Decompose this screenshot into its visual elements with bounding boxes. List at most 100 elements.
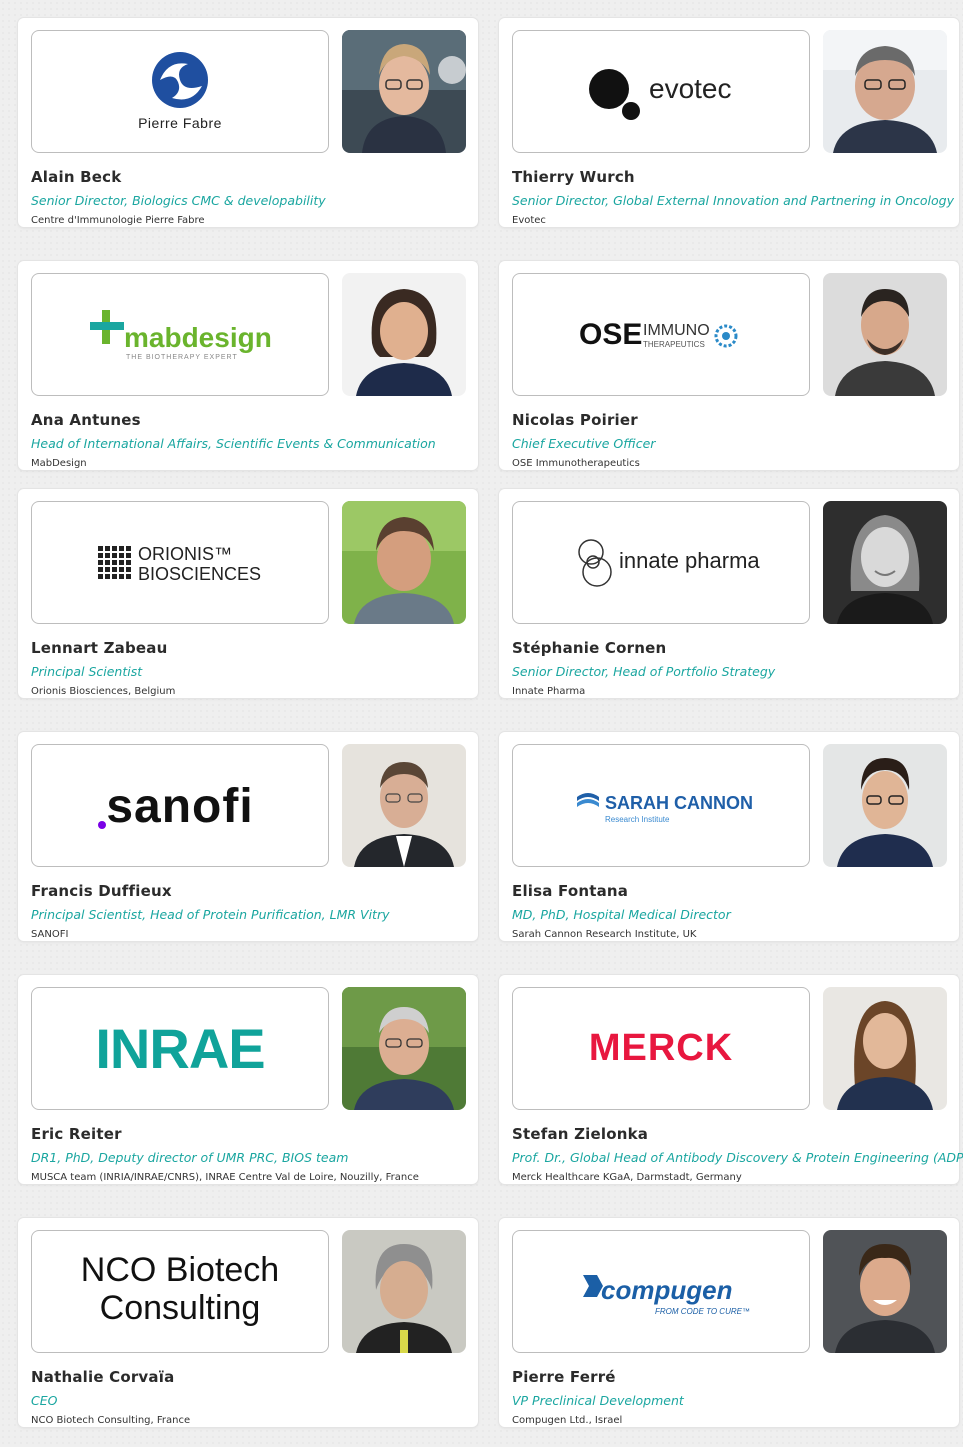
speaker-organization: SANOFI [31, 929, 69, 940]
speaker-organization: MUSCA team (INRIA/INRAE/CNRS), INRAE Cen… [31, 1172, 419, 1183]
speaker-organization: Evotec [512, 215, 546, 226]
speaker-name: Lennart Zabeau [31, 639, 168, 657]
person-portrait-icon [823, 30, 947, 153]
speaker-organization: Centre d'Immunologie Pierre Fabre [31, 215, 205, 226]
speaker-card: mabdesign THE BIOTHERAPY EXPERT Ana Antu… [18, 261, 478, 470]
speaker-photo [342, 501, 466, 624]
speaker-photo [342, 30, 466, 153]
speaker-card: MERCK Stefan Zielonka Prof. Dr., Global … [499, 975, 963, 1184]
speaker-photo [823, 744, 947, 867]
logo-text: NCO Biotech [80, 1251, 280, 1289]
company-logo: innate pharma [512, 501, 810, 624]
person-portrait-icon [823, 273, 947, 396]
speaker-organization: Sarah Cannon Research Institute, UK [512, 929, 697, 940]
person-portrait-icon [342, 273, 466, 396]
speaker-name: Stefan Zielonka [512, 1125, 649, 1143]
logo-subtext: Research Institute [605, 815, 670, 824]
speaker-photo [823, 501, 947, 624]
speaker-photo [342, 1230, 466, 1353]
person-portrait-icon [823, 987, 947, 1110]
speaker-role: Principal Scientist [31, 664, 143, 679]
speaker-name: Thierry Wurch [512, 168, 635, 186]
speaker-organization: OSE Immunotherapeutics [512, 458, 640, 469]
speaker-card: compugen FROM CODE TO CURE™ Pierre Ferré… [499, 1218, 959, 1427]
speaker-name: Stéphanie Cornen [512, 639, 667, 657]
speaker-role: MD, PhD, Hospital Medical Director [512, 907, 731, 922]
person-portrait-icon [823, 1230, 947, 1353]
speaker-name: Francis Duffieux [31, 882, 172, 900]
person-portrait-icon [342, 744, 466, 867]
speaker-card: sanofi Francis Duffieux Principal Scient… [18, 732, 478, 941]
speaker-role: Senior Director, Head of Portfolio Strat… [512, 664, 776, 679]
logo-text: evotec [649, 73, 732, 104]
speaker-role: VP Preclinical Development [512, 1393, 684, 1408]
sanofi-dot-icon [98, 821, 106, 829]
logo-subtext: THE BIOTHERAPY EXPERT [126, 354, 238, 361]
speaker-role: Senior Director, Global External Innovat… [512, 193, 955, 208]
speaker-photo [342, 744, 466, 867]
sarah-cannon-logo-icon [577, 793, 599, 807]
logo-text: ORIONIS™ [138, 544, 233, 564]
person-portrait-icon [823, 744, 947, 867]
logo-text-secondary: BIOSCIENCES [138, 564, 262, 584]
person-portrait-icon [342, 501, 466, 624]
speaker-photo [823, 1230, 947, 1353]
logo-text: mabdesign [124, 322, 272, 353]
logo-text: compugen [601, 1275, 733, 1305]
logo-text: INRAE [95, 1017, 265, 1080]
speaker-role: DR1, PhD, Deputy director of UMR PRC, BI… [31, 1150, 349, 1165]
speaker-photo [823, 273, 947, 396]
speaker-name: Elisa Fontana [512, 882, 629, 900]
speaker-organization: MabDesign [31, 458, 87, 469]
speaker-photo [823, 987, 947, 1110]
person-portrait-icon [342, 987, 466, 1110]
speaker-organization: Merck Healthcare KGaA, Darmstadt, German… [512, 1172, 742, 1183]
speaker-name: Eric Reiter [31, 1125, 122, 1143]
logo-subtext: THERAPEUTICS [643, 340, 705, 349]
logo-subtext: FROM CODE TO CURE™ [655, 1307, 750, 1316]
speaker-role: Principal Scientist, Head of Protein Pur… [31, 907, 390, 922]
speaker-card: innate pharma Stéphanie Cornen Senior Di… [499, 489, 959, 698]
logo-text: OSE [579, 318, 643, 351]
company-logo: NCO Biotech Consulting [31, 1230, 329, 1353]
speaker-photo [823, 30, 947, 153]
speaker-name: Nathalie Corvaïa [31, 1368, 175, 1386]
person-portrait-icon [342, 1230, 466, 1353]
company-logo: MERCK [512, 987, 810, 1110]
speaker-role: CEO [31, 1393, 58, 1408]
speaker-photo [342, 987, 466, 1110]
speaker-organization: Orionis Biosciences, Belgium [31, 686, 176, 697]
speaker-name: Nicolas Poirier [512, 411, 638, 429]
company-logo: OSE IMMUNO THERAPEUTICS [512, 273, 810, 396]
logo-text-secondary: IMMUNO [643, 322, 710, 339]
speaker-name: Ana Antunes [31, 411, 141, 429]
speaker-card: OSE IMMUNO THERAPEUTICS Nicolas Poirier … [499, 261, 959, 470]
evotec-logo-icon [589, 69, 640, 120]
person-portrait-icon [823, 501, 947, 624]
person-portrait-icon [342, 30, 466, 153]
speaker-photo [342, 273, 466, 396]
logo-text: SARAH CANNON [605, 793, 753, 813]
speaker-role: Senior Director, Biologics CMC & develop… [31, 193, 326, 208]
speaker-role: Prof. Dr., Global Head of Antibody Disco… [512, 1150, 963, 1165]
innate-pharma-logo-icon [578, 539, 612, 587]
company-logo: mabdesign THE BIOTHERAPY EXPERT [31, 273, 329, 396]
speaker-card: Pierre Fabre Alain Beck Senior Director,… [18, 18, 478, 227]
speaker-card: ORIONIS™ BIOSCIENCES Lennart Zabeau Prin… [18, 489, 478, 698]
speaker-organization: Compugen Ltd., Israel [512, 1415, 623, 1426]
logo-text: innate pharma [619, 548, 760, 573]
logo-text-secondary: Consulting [99, 1289, 261, 1327]
speaker-name: Alain Beck [31, 168, 122, 186]
company-logo: INRAE [31, 987, 329, 1110]
logo-text: MERCK [588, 1027, 734, 1069]
speaker-role: Chief Executive Officer [512, 436, 656, 451]
mabdesign-cross-icon [90, 310, 124, 344]
speaker-name: Pierre Ferré [512, 1368, 616, 1386]
company-logo: evotec [512, 30, 810, 153]
orionis-grid-icon [98, 546, 131, 579]
company-logo: ORIONIS™ BIOSCIENCES [31, 501, 329, 624]
company-logo: Pierre Fabre [31, 30, 329, 153]
speaker-organization: Innate Pharma [512, 686, 586, 697]
speaker-role: Head of International Affairs, Scientifi… [31, 436, 436, 451]
speaker-card: evotec Thierry Wurch Senior Director, Gl… [499, 18, 959, 227]
